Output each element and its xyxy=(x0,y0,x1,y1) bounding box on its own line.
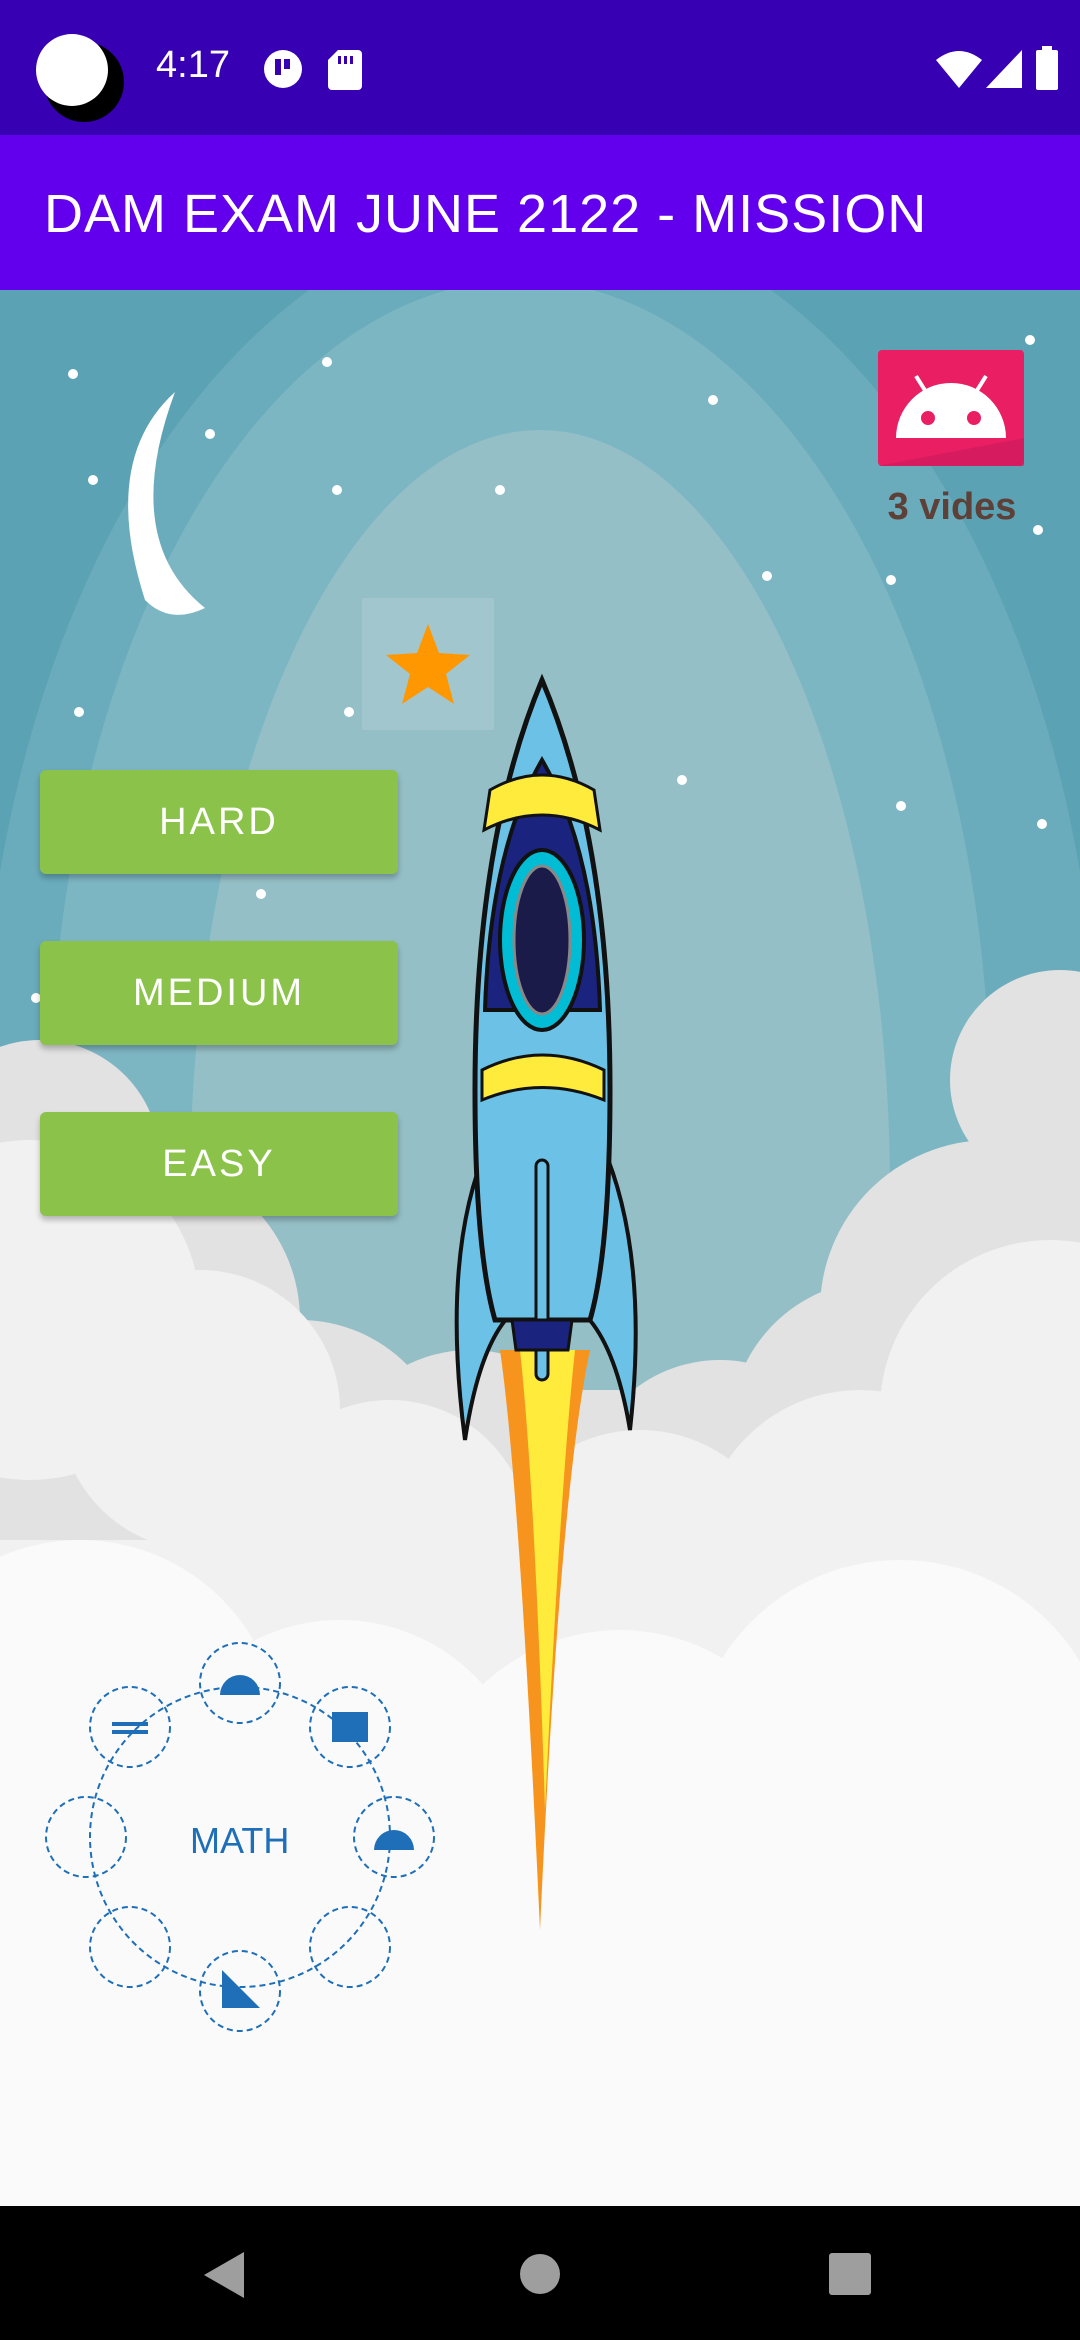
recents-icon[interactable] xyxy=(829,2253,871,2295)
sd-card-icon xyxy=(328,50,362,90)
back-icon[interactable] xyxy=(200,2250,250,2300)
navigation-bar xyxy=(0,2206,1080,2340)
medium-button[interactable]: MEDIUM xyxy=(40,941,398,1045)
lives-label: 3 vides xyxy=(887,486,1017,528)
math-label: MATH xyxy=(190,1820,290,1861)
android-icon xyxy=(878,350,1024,466)
circle-icon xyxy=(36,34,124,122)
hard-button[interactable]: HARD xyxy=(40,770,398,874)
star-icon xyxy=(386,624,470,704)
easy-button[interactable]: EASY xyxy=(40,1112,398,1216)
app-bar: DAM EXAM JUNE 2122 - MISSION xyxy=(0,135,1080,290)
status-bar: 4:17 xyxy=(0,0,1080,135)
status-time: 4:17 xyxy=(156,44,230,86)
battery-icon xyxy=(1036,46,1058,90)
app-title: DAM EXAM JUNE 2122 - MISSION xyxy=(44,184,928,244)
space-background xyxy=(0,290,1080,2206)
data-saver-icon xyxy=(264,50,302,88)
wifi-icon xyxy=(936,51,982,88)
game-scene: 3 vides HARD MEDIUM EASY MATH xyxy=(0,290,1080,2206)
home-icon[interactable] xyxy=(519,2253,561,2295)
signal-icon xyxy=(986,50,1022,88)
star-box xyxy=(362,598,494,730)
